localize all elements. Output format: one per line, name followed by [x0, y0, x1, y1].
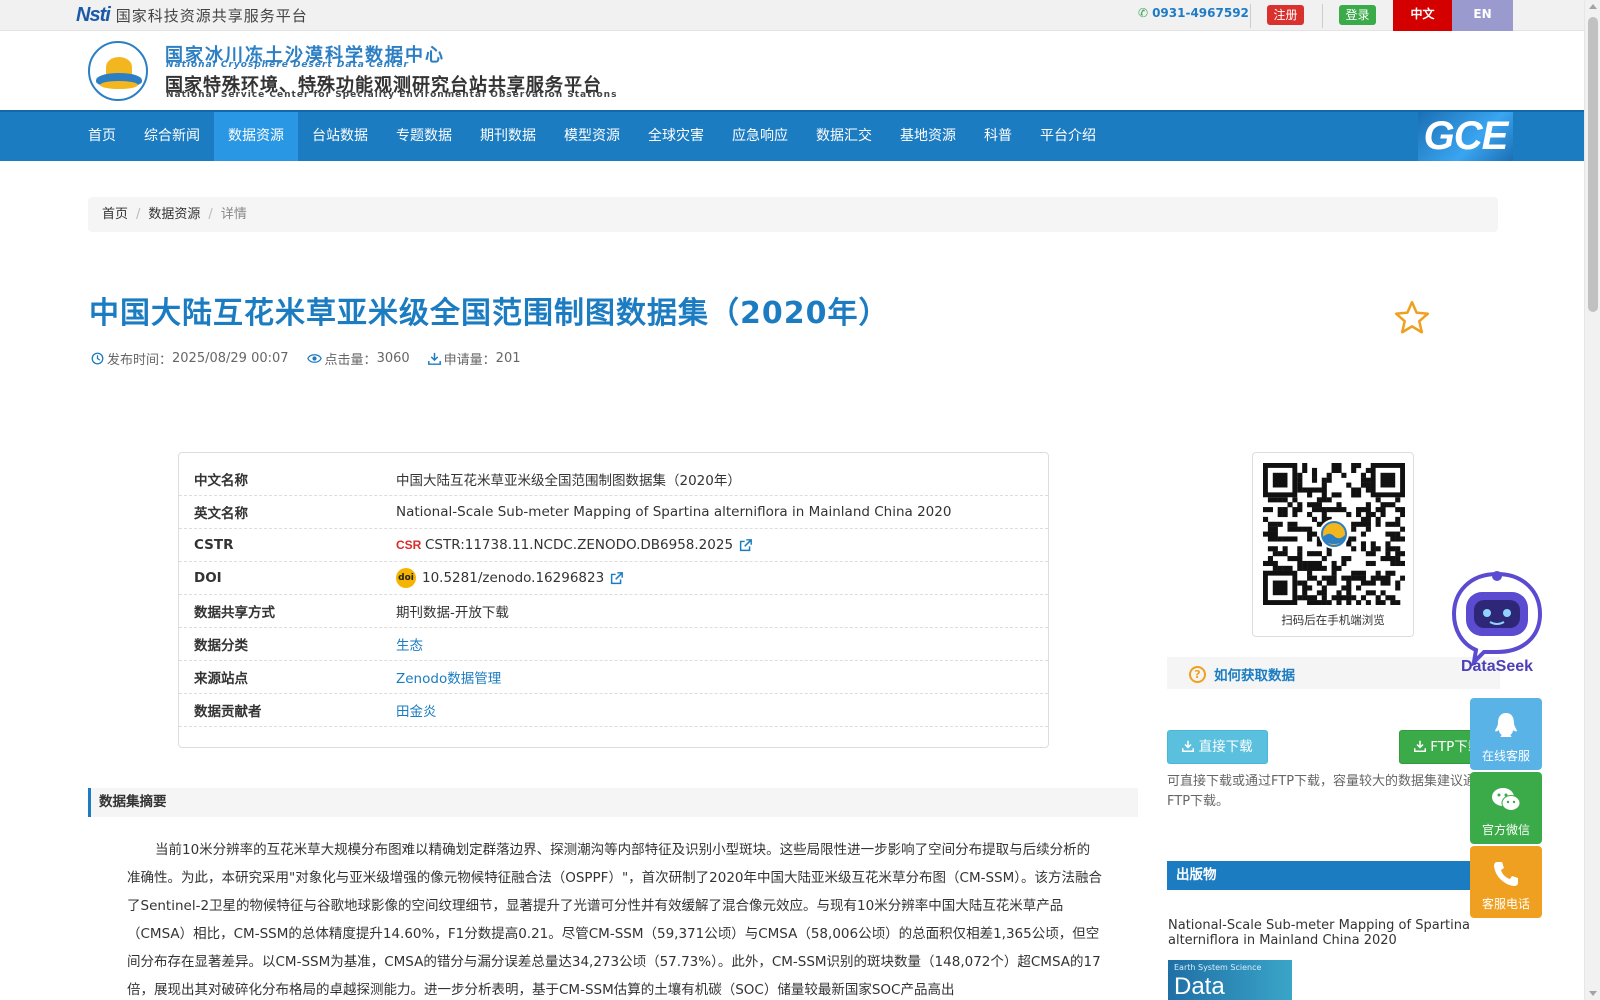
dataset-meta: 发布时间： 2025/08/29 00:07 点击量： 3060 申请量： 201	[91, 349, 539, 368]
lang-zh-button[interactable]: 中文	[1393, 0, 1452, 31]
main-nav: 首页 综合新闻 数据资源 台站数据 专题数据 期刊数据 模型资源 全球灾害 应急响应 数据汇交 基地…	[0, 110, 1584, 161]
download-note: 可直接下载或通过FTP下载，容量较大的数据集建议通过FTP下载。	[1167, 774, 1490, 809]
dataseek-label: DataSeek	[1460, 658, 1534, 675]
top-bar: Nsti 国家科技资源共享服务平台 ✆ 0931-4967592 注册 登录 中文…	[0, 0, 1584, 31]
nav-item-6[interactable]: 模型资源	[550, 112, 634, 161]
download-icon	[427, 352, 441, 365]
external-link-icon[interactable]	[739, 538, 752, 552]
source-station-link[interactable]: Zenodo数据管理	[396, 667, 501, 687]
abstract-text: 当前10米分辨率的互花米草大规模分布图难以精确划定群落边界、探测潮沟等内部特征及…	[127, 842, 1102, 998]
qq-icon	[1495, 713, 1517, 737]
nav-item-2[interactable]: 数据资源	[214, 112, 298, 161]
center-logo[interactable]	[88, 41, 148, 101]
scroll-up-icon[interactable]	[1589, 4, 1597, 9]
external-link-icon[interactable]	[610, 571, 624, 585]
gce-logo-link[interactable]: GCE	[1418, 112, 1513, 161]
qr-caption: 扫码后在手机端浏览	[1281, 613, 1385, 627]
cstr-logo-icon: CSR	[396, 538, 422, 552]
scrollbar-thumb[interactable]	[1588, 17, 1598, 312]
wechat-button[interactable]: 官方微信	[1470, 772, 1542, 844]
wechat-icon	[1492, 788, 1521, 811]
nav-item-5[interactable]: 期刊数据	[466, 112, 550, 161]
dataseek-assistant[interactable]: DataSeek	[1444, 566, 1550, 683]
qr-code-icon	[1263, 463, 1405, 605]
robot-icon	[1451, 571, 1543, 668]
eye-icon	[306, 354, 322, 363]
phone-icon	[1494, 862, 1518, 886]
register-button[interactable]: 注册	[1267, 5, 1304, 25]
qr-code-box: 扫码后在手机端浏览	[1252, 452, 1414, 637]
org-name-en: National Cryosphere Desert Data Center	[166, 60, 409, 70]
breadcrumb-section[interactable]: 数据资源	[148, 207, 200, 222]
info-row-contributor: 数据贡献者 田金炎	[179, 694, 1048, 727]
phone-number: 0931-4967592	[1152, 6, 1249, 20]
category-link[interactable]: 生态	[396, 634, 423, 654]
cstr-value: CSTR:11738.11.NCDC.ZENODO.DB6958.2025	[425, 537, 734, 553]
nav-item-10[interactable]: 基地资源	[886, 112, 970, 161]
nsti-logo: Nsti	[76, 3, 111, 26]
nav-item-11[interactable]: 科普	[970, 112, 1026, 161]
info-row-cstr: CSTR CSR CSTR:11738.11.NCDC.ZENODO.DB695…	[179, 529, 1048, 562]
star-icon[interactable]	[1393, 299, 1431, 337]
breadcrumb-divider: /	[208, 207, 213, 222]
how-to-get-title: 如何获取数据	[1214, 668, 1295, 684]
nav-items: 首页 综合新闻 数据资源 台站数据 专题数据 期刊数据 模型资源 全球灾害 应急响应 数据汇交 基地…	[74, 112, 1110, 161]
online-service-button[interactable]: 在线客服	[1470, 698, 1542, 770]
publish-time: 发布时间： 2025/08/29 00:07	[91, 349, 289, 368]
phone-icon: ✆	[1138, 6, 1149, 20]
divider	[1250, 4, 1251, 28]
journal-cover[interactable]: Earth System Science Data	[1168, 960, 1292, 1000]
service-phone-button[interactable]: 客服电话	[1470, 846, 1542, 918]
nav-item-7[interactable]: 全球灾害	[634, 112, 718, 161]
contact-phone: ✆ 0931-4967592	[1138, 6, 1249, 20]
question-icon: ?	[1189, 665, 1206, 683]
nav-item-12[interactable]: 平台介绍	[1026, 112, 1110, 161]
page-scrollbar[interactable]	[1584, 0, 1600, 1000]
nav-item-9[interactable]: 数据汇交	[802, 112, 886, 161]
publication-link[interactable]: National-Scale Sub-meter Mapping of Spar…	[1168, 918, 1488, 948]
nav-item-1[interactable]: 综合新闻	[130, 112, 214, 161]
breadcrumb: 首页 / 数据资源 / 详情	[88, 197, 1498, 232]
download-icon	[1182, 740, 1195, 752]
nsti-brand[interactable]: Nsti 国家科技资源共享服务平台	[76, 4, 308, 26]
platform-name-en: National Service Center for Speciality E…	[166, 90, 618, 100]
site-header: 国家冰川冻土沙漠科学数据中心 National Cryosphere Deser…	[0, 31, 1584, 110]
nav-item-8[interactable]: 应急响应	[718, 112, 802, 161]
doi-logo-icon: doi	[396, 568, 416, 588]
download-icon	[1414, 740, 1426, 752]
lang-en-button[interactable]: EN	[1452, 0, 1513, 31]
breadcrumb-current: 详情	[220, 207, 247, 222]
dataset-info-table: 中文名称 中国大陆互花米草亚米级全国范围制图数据集（2020年） 英文名称 Na…	[178, 452, 1049, 748]
scroll-down-icon[interactable]	[1589, 991, 1597, 996]
info-row-source-station: 来源站点 Zenodo数据管理	[179, 661, 1048, 694]
clock-icon	[91, 352, 104, 365]
divider	[1322, 4, 1323, 28]
publications-heading: 出版物	[1167, 861, 1500, 890]
abstract-heading: 数据集摘要	[88, 788, 1138, 817]
info-row-cn-name: 中文名称 中国大陆互花米草亚米级全国范围制图数据集（2020年）	[179, 463, 1048, 496]
doi-value: 10.5281/zenodo.16296823	[422, 570, 605, 586]
contributor-link[interactable]: 田金炎	[396, 700, 437, 720]
nav-item-0[interactable]: 首页	[74, 112, 130, 161]
breadcrumb-home[interactable]: 首页	[102, 207, 128, 222]
login-button[interactable]: 登录	[1339, 5, 1376, 25]
view-count: 点击量： 3060	[306, 349, 410, 368]
nav-item-4[interactable]: 专题数据	[382, 112, 466, 161]
request-count: 申请量： 201	[427, 349, 521, 368]
info-row-doi: DOI doi 10.5281/zenodo.16296823	[179, 562, 1048, 595]
platform-name: 国家科技资源共享服务平台	[115, 6, 308, 25]
info-row-category: 数据分类 生态	[179, 628, 1048, 661]
breadcrumb-divider: /	[136, 207, 141, 222]
page-title: 中国大陆互花米草亚米级全国范围制图数据集（2020年）	[89, 296, 890, 331]
nav-item-3[interactable]: 台站数据	[298, 112, 382, 161]
info-row-en-name: 英文名称 National-Scale Sub-meter Mapping of…	[179, 496, 1048, 529]
info-row-share-mode: 数据共享方式 期刊数据-开放下载	[179, 595, 1048, 628]
direct-download-button[interactable]: 直接下载	[1167, 730, 1268, 764]
